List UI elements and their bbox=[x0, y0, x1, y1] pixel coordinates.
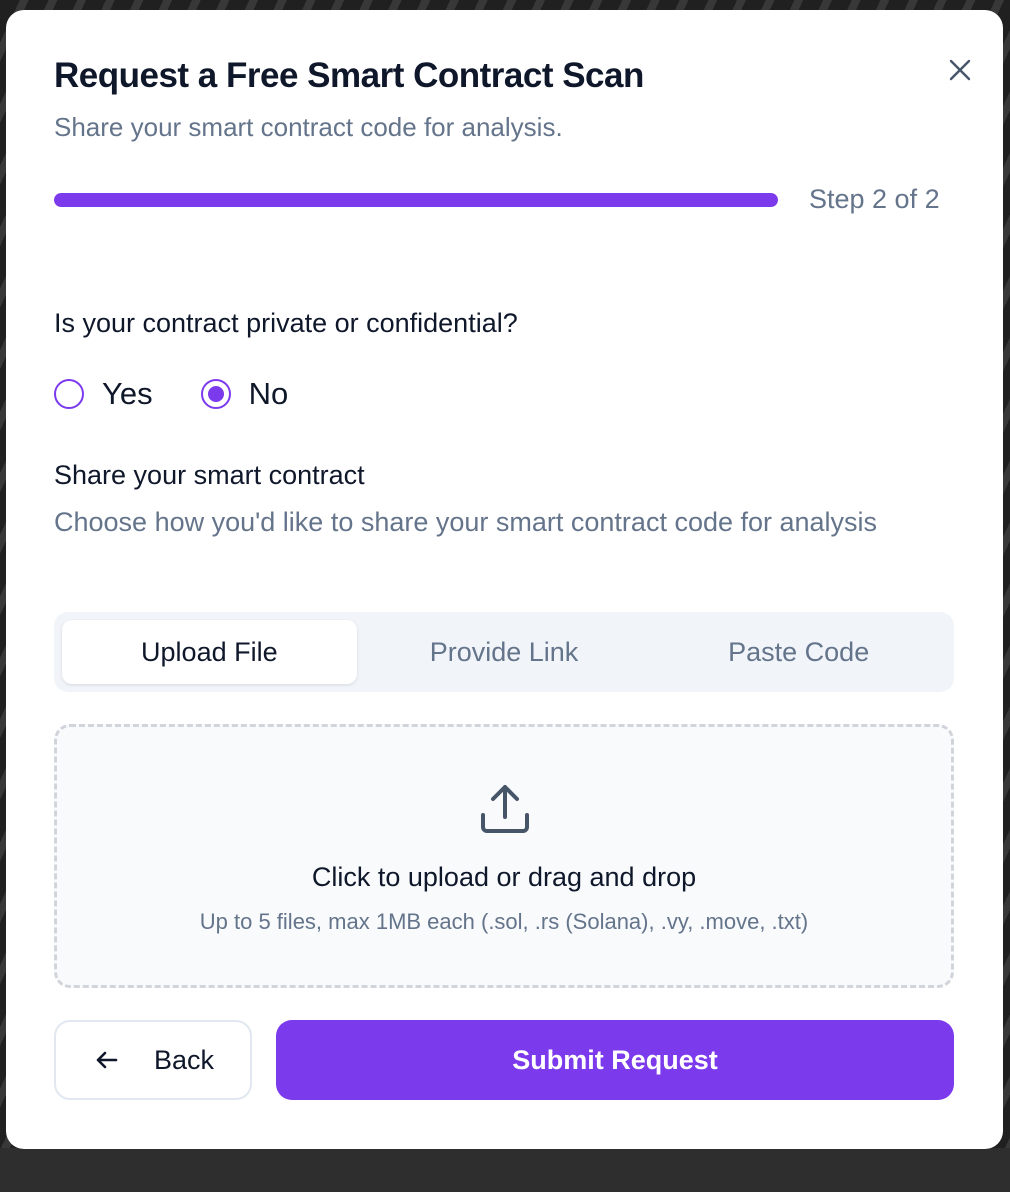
privacy-question: Is your contract private or confidential… bbox=[54, 308, 518, 338]
upload-icon bbox=[481, 785, 529, 833]
tab-upload-file[interactable]: Upload File bbox=[62, 620, 357, 684]
share-method-tabs: Upload File Provide Link Paste Code bbox=[54, 612, 954, 692]
back-button-label: Back bbox=[153, 1044, 215, 1075]
dropzone-title: Click to upload or drag and drop bbox=[311, 862, 697, 892]
modal-subtitle: Share your smart contract code for analy… bbox=[54, 112, 563, 142]
modal-title: Request a Free Smart Contract Scan bbox=[54, 56, 644, 95]
arrow-left-icon bbox=[96, 1051, 118, 1069]
radio-option-no[interactable]: No bbox=[200, 376, 289, 412]
privacy-radio-group: Yes No bbox=[54, 376, 336, 412]
radio-label-yes: Yes bbox=[102, 376, 153, 411]
radio-button-no[interactable] bbox=[200, 379, 231, 409]
radio-button-yes[interactable] bbox=[54, 379, 84, 409]
scan-request-modal: Request a Free Smart Contract Scan Share… bbox=[6, 10, 1003, 1149]
submit-request-button[interactable]: Submit Request bbox=[276, 1020, 954, 1100]
share-section-title: Share your smart contract bbox=[54, 460, 365, 490]
radio-selected-dot bbox=[207, 386, 224, 402]
close-icon bbox=[949, 59, 971, 81]
tab-provide-link[interactable]: Provide Link bbox=[357, 620, 652, 684]
step-indicator: Step 2 of 2 bbox=[809, 184, 940, 214]
back-button[interactable]: Back bbox=[54, 1020, 252, 1100]
radio-option-yes[interactable]: Yes bbox=[54, 376, 153, 412]
close-button[interactable] bbox=[940, 50, 980, 90]
file-dropzone[interactable]: Click to upload or drag and drop Up to 5… bbox=[54, 724, 954, 988]
progress-bar-fill bbox=[54, 193, 778, 207]
radio-label-no: No bbox=[248, 376, 289, 411]
share-section-description: Choose how you'd like to share your smar… bbox=[54, 507, 878, 537]
backdrop-footer bbox=[0, 1148, 1010, 1192]
dropzone-hint: Up to 5 files, max 1MB each (.sol, .rs (… bbox=[199, 909, 809, 934]
progress-bar bbox=[54, 193, 778, 207]
tab-paste-code[interactable]: Paste Code bbox=[651, 620, 946, 684]
